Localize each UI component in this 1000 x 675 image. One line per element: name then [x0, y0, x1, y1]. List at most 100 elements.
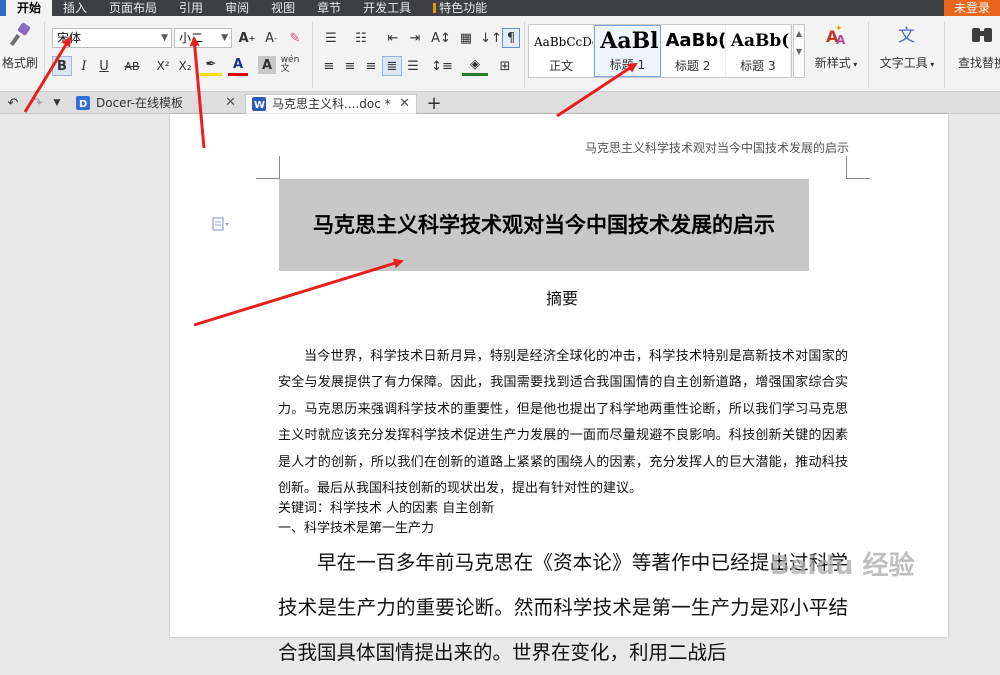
decrease-indent-icon[interactable]: ⇤	[384, 28, 402, 48]
style-sample: AaBl	[600, 28, 659, 54]
page-header: 马克思主义科学技术观对当今中国技术发展的启示	[585, 141, 850, 155]
login-button[interactable]: 未登录	[944, 0, 1000, 16]
baidu-watermark: Baidu 经验	[770, 545, 914, 582]
tab-label: 马克思主义科....doc *	[272, 97, 391, 111]
menu-review[interactable]: 审阅	[214, 0, 260, 16]
char-shading-button[interactable]: A	[258, 56, 276, 74]
section-heading[interactable]: 一、科学技术是第一生产力	[278, 517, 434, 536]
style-sample: AaBb(	[665, 30, 726, 51]
docer-icon: D	[76, 96, 90, 110]
grow-font-button[interactable]: A +	[238, 28, 256, 48]
shrink-font-button[interactable]: A-	[262, 28, 280, 48]
find-replace-button[interactable]: 查找替换	[952, 22, 1000, 71]
style-heading-2[interactable]: AaBb( 标题 2	[661, 25, 726, 77]
align-left-icon[interactable]: ≡	[320, 56, 338, 76]
styles-gallery-scroll[interactable]: ▲ ▼	[793, 24, 805, 78]
line-spacing-icon[interactable]: ↕≡	[430, 56, 454, 76]
style-label: 标题 3	[740, 59, 776, 73]
font-size-value: 小二	[179, 31, 204, 45]
new-style-button[interactable]: A A ✦ 新样式 ▾	[808, 22, 864, 71]
close-icon[interactable]: ✕	[225, 94, 236, 112]
tab-docer[interactable]: D Docer-在线模板 ✕	[70, 94, 242, 114]
svg-text:D: D	[79, 99, 87, 110]
justify-icon[interactable]: ≣	[382, 56, 402, 76]
crop-mark	[846, 156, 847, 178]
find-replace-label: 查找替换	[957, 56, 1000, 70]
clear-format-icon[interactable]: ✎	[286, 28, 304, 48]
font-size-select[interactable]: 小二 ▼	[174, 28, 232, 48]
document-title[interactable]: 马克思主义科学技术观对当今中国技术发展的启示	[279, 209, 809, 239]
undo-icon[interactable]: ↶	[4, 94, 22, 112]
menu-home[interactable]: 开始	[6, 0, 53, 16]
font-name-value: 宋体	[57, 31, 82, 45]
crop-mark	[846, 178, 870, 179]
svg-text:W: W	[254, 100, 265, 111]
tab-strip: ↶ ↷ ▼ D Docer-在线模板 ✕ W 马克思主义科....doc * ✕…	[0, 92, 1000, 114]
watermark-text: Baidu 经验	[770, 551, 915, 581]
numbering-icon[interactable]: ☷	[350, 28, 372, 48]
tab-document[interactable]: W 马克思主义科....doc * ✕	[245, 94, 417, 114]
strikethrough-button[interactable]: AB	[120, 56, 144, 76]
change-case-icon[interactable]: A↕	[430, 28, 452, 48]
abstract-paragraph[interactable]: 当今世界，科学技术日新月异，特别是经济全球化的冲击，科学技术特别是高新技术对国家…	[278, 344, 848, 502]
paragraph-layout-icon[interactable]	[212, 217, 230, 231]
show-marks-icon[interactable]: ¶	[502, 28, 520, 48]
style-label: 标题 1	[609, 58, 646, 72]
style-heading-1[interactable]: AaBl 标题 1	[594, 25, 661, 77]
close-icon[interactable]: ✕	[399, 95, 410, 113]
menu-special[interactable]: 特色功能	[422, 0, 498, 16]
superscript-button[interactable]: X²	[154, 56, 172, 76]
menu-developer[interactable]: 开发工具	[352, 0, 422, 16]
svg-text:文: 文	[898, 26, 915, 46]
menu-view[interactable]: 视图	[260, 0, 306, 16]
underline-button[interactable]: U	[94, 56, 114, 76]
align-right-icon[interactable]: ≡	[362, 56, 380, 76]
style-label: 正文	[549, 59, 574, 73]
brush-icon	[9, 22, 31, 47]
sort-icon[interactable]: ↓↑	[480, 28, 502, 48]
quick-access-dropdown-icon[interactable]: ▼	[50, 94, 64, 112]
menu-special-label: 特色功能	[439, 1, 488, 15]
increase-indent-icon[interactable]: ⇥	[406, 28, 424, 48]
font-name-select[interactable]: 宋体 ▼	[52, 28, 172, 48]
redo-icon[interactable]: ↷	[28, 94, 46, 112]
new-style-icon: A A ✦	[826, 24, 846, 47]
body-paragraph[interactable]: 早在一百多年前马克思在《资本论》等著作中已经提出过科学技术是生产力的重要论断。然…	[278, 540, 848, 675]
style-normal[interactable]: AaBbCcDd 正文	[529, 25, 595, 77]
keywords-line[interactable]: 关键词：科学技术 人的因素 自主创新	[278, 497, 494, 516]
new-tab-button[interactable]: +	[424, 93, 444, 114]
text-tool-label: 文字工具	[879, 56, 928, 70]
abstract-heading[interactable]: 摘要	[279, 285, 845, 309]
crop-mark	[279, 156, 280, 178]
chevron-down-icon: ▼	[161, 33, 168, 43]
menu-chapter[interactable]: 章节	[306, 0, 352, 16]
menu-references[interactable]: 引用	[168, 0, 214, 16]
phonetic-guide-button[interactable]: wén 文	[280, 54, 300, 76]
bold-button[interactable]: B	[52, 56, 72, 76]
table-icon[interactable]: ▦	[456, 28, 476, 48]
word-doc-icon: W	[252, 97, 266, 111]
svg-text:✦: ✦	[835, 24, 843, 34]
shading-icon[interactable]: ◈	[462, 56, 488, 76]
menu-insert[interactable]: 插入	[52, 0, 98, 16]
menu-page-layout[interactable]: 页面布局	[98, 0, 168, 16]
svg-text:A: A	[836, 33, 846, 47]
style-heading-3[interactable]: AaBb( 标题 3	[726, 25, 791, 77]
style-label: 标题 2	[674, 59, 711, 73]
font-color-button[interactable]: A	[228, 56, 248, 76]
crop-mark	[256, 178, 280, 179]
style-sample: AaBb(	[730, 31, 790, 51]
align-center-icon[interactable]: ≡	[341, 56, 359, 76]
bullets-icon[interactable]: ☰	[320, 28, 342, 48]
distribute-icon[interactable]: ☰	[404, 56, 422, 76]
italic-button[interactable]: I	[74, 56, 94, 76]
highlight-icon[interactable]: ✒	[200, 56, 222, 76]
tab-label: Docer-在线模板	[96, 96, 184, 110]
text-tool-button[interactable]: 文 文字工具 ▾	[876, 22, 938, 71]
format-painter-button[interactable]: 格式刷	[0, 22, 40, 71]
format-painter-label: 格式刷	[1, 56, 38, 70]
menu-bar: 开始 插入 页面布局 引用 审阅 视图 章节 开发工具 特色功能 未登录	[0, 0, 1000, 16]
subscript-button[interactable]: X₂	[176, 56, 194, 76]
borders-icon[interactable]: ⊞	[494, 56, 516, 76]
new-style-label: 新样式	[814, 56, 851, 70]
